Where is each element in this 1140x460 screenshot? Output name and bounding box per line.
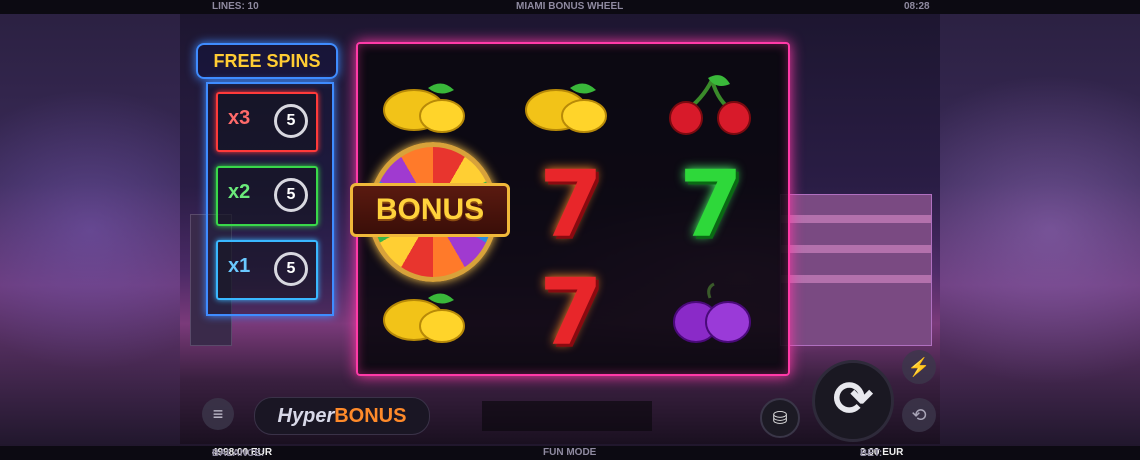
green-seven-symbol: 7	[678, 151, 743, 258]
lines-label: LINES: 10	[212, 1, 259, 12]
autoplay-icon[interactable]: ⟲	[902, 398, 936, 432]
free-spins-row-x2: x2 5	[216, 166, 318, 226]
mode-label: FUN MODE	[543, 447, 597, 458]
hyper-bonus-label-b: BONUS	[334, 405, 407, 427]
multiplier-label: x1	[228, 255, 251, 277]
message-bar	[482, 401, 652, 431]
multiplier-label: x2	[228, 181, 251, 203]
top-bar: LINES: 10 MIAMI BONUS WHEEL 08:28	[0, 0, 1140, 14]
coin-icon[interactable]: ⛁	[760, 398, 800, 438]
spins-count: 5	[274, 178, 308, 212]
hotel-building	[780, 194, 932, 346]
multiplier-label: x3	[228, 107, 251, 129]
hyper-bonus-label-a: Hyper	[277, 405, 335, 427]
red-seven-symbol: 7	[538, 259, 603, 366]
free-spins-row-x1: x1 5	[216, 240, 318, 300]
free-spins-title: FREE SPINS	[196, 43, 338, 79]
hyper-bonus-button[interactable]: HyperBONUS	[254, 397, 430, 435]
turbo-icon[interactable]: ⚡	[902, 350, 936, 384]
bet-label: BET:	[860, 448, 883, 459]
building-stripe	[781, 215, 931, 223]
spins-count: 5	[274, 252, 308, 286]
building-stripe	[781, 245, 931, 253]
spins-count: 5	[274, 104, 308, 138]
free-spins-row-x3: x3 5	[216, 92, 318, 152]
building-stripe	[781, 275, 931, 283]
clock: 08:28	[904, 1, 930, 12]
plum-symbol	[673, 282, 751, 343]
bottom-bar: BALANCE: 4998.00 EUR FUN MODE BET: 2.00 …	[0, 446, 1140, 460]
game-title: MIAMI BONUS WHEEL	[516, 1, 624, 12]
red-seven-symbol: 7	[538, 151, 603, 258]
bonus-label: BONUS	[350, 183, 510, 237]
menu-button[interactable]: ≡	[202, 398, 234, 430]
balance-label: BALANCE:	[212, 448, 265, 459]
spin-button[interactable]: ⟳	[812, 360, 894, 442]
lemon-symbol	[383, 293, 465, 343]
